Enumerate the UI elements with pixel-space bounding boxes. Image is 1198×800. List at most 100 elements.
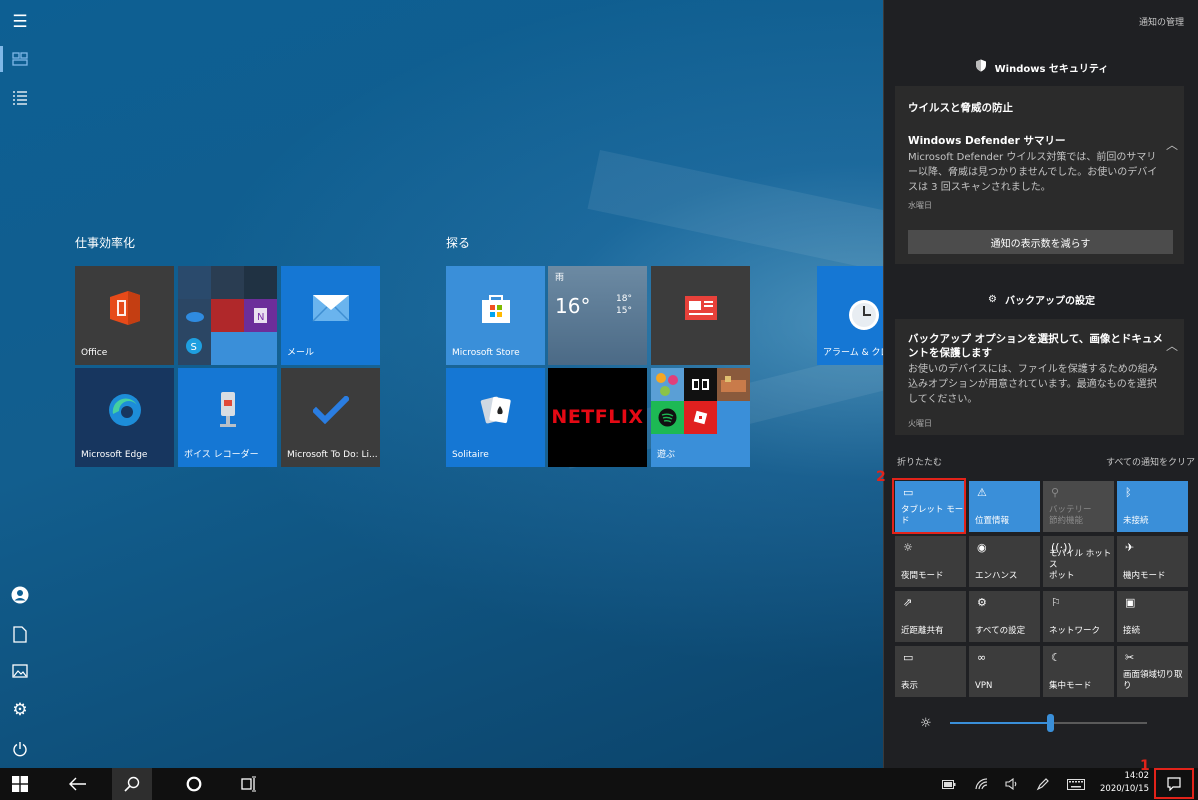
card-body-text: Microsoft Defender ウイルス対策では、前回のサマリー以降、脅威…: [908, 152, 1158, 193]
manage-notifications-link[interactable]: 通知の管理: [1139, 15, 1184, 28]
tile-label: ボイス レコーダー: [184, 450, 259, 460]
netflix-logo: NETFLIX: [551, 406, 644, 428]
snip-icon: ✂: [1125, 651, 1135, 664]
clock-date: 2020/10/15: [1100, 784, 1149, 794]
weather-high: 18°: [616, 294, 632, 304]
tile-play-folder[interactable]: 遊ぶ: [651, 368, 750, 467]
reduce-notifications-button[interactable]: 通知の表示数を減らす: [908, 230, 1173, 254]
tile-solitaire[interactable]: Solitaire: [446, 368, 545, 467]
tile-edge[interactable]: Microsoft Edge: [75, 368, 174, 467]
group-title-explore[interactable]: 探る: [446, 234, 470, 251]
skype-icon: S: [178, 332, 211, 365]
quick-action-snip[interactable]: ✂ 画面領域切り取 り: [1117, 646, 1188, 697]
bluetooth-icon: ᛒ: [1125, 486, 1132, 499]
connect-icon: ▣: [1125, 596, 1136, 609]
pen-icon[interactable]: [1031, 768, 1055, 800]
tile-folder-apps[interactable]: N S: [178, 266, 277, 365]
quick-action-gear[interactable]: ⚙ すべての設定: [969, 591, 1040, 642]
battery-icon[interactable]: [937, 768, 961, 800]
back-arrow-icon[interactable]: [58, 768, 98, 800]
touch-keyboard-icon[interactable]: [1063, 768, 1089, 800]
tile-label: Solitaire: [452, 450, 489, 460]
task-view-icon[interactable]: [229, 768, 269, 800]
gear-icon: ⚙: [988, 294, 997, 305]
settings-gear-icon[interactable]: ⚙: [0, 692, 40, 728]
onenote-icon: N: [244, 299, 277, 332]
chevron-up-icon[interactable]: ︿: [1166, 136, 1178, 153]
card-timestamp: 水曜日: [908, 201, 932, 210]
notification-card-backup[interactable]: バックアップ オプションを選択して、画像とドキュメントを保護します ︿ お使いの…: [895, 319, 1184, 435]
tile-weather[interactable]: 雨 16° 18° 15°: [548, 266, 647, 365]
quick-action-airplane[interactable]: ✈ 機内モード: [1117, 536, 1188, 587]
step-marker-2: 2: [876, 469, 886, 485]
quick-action-connect[interactable]: ▣ 接続: [1117, 591, 1188, 642]
quick-action-night-light[interactable]: ☼ 夜間モード: [895, 536, 966, 587]
quick-action-label: 近距離共有: [901, 626, 944, 636]
power-icon[interactable]: [0, 731, 40, 767]
quick-action-label: エンハンス: [975, 571, 1018, 581]
tile-office[interactable]: Office: [75, 266, 174, 365]
card-item-title: バックアップ オプションを選択して、画像とドキュメントを保護します: [908, 333, 1163, 359]
cards-icon: [479, 392, 513, 432]
hamburger-menu-icon[interactable]: ☰: [0, 4, 40, 40]
cortana-circle-icon[interactable]: [174, 768, 214, 800]
brightness-icon: ☼: [920, 716, 932, 731]
tile-netflix[interactable]: NETFLIX: [548, 368, 647, 467]
quick-action-moon[interactable]: ☾ 集中モード: [1043, 646, 1114, 697]
quick-action-vpn[interactable]: ∞ VPN: [969, 646, 1040, 697]
quick-action-label: 位置情報: [975, 516, 1010, 526]
all-apps-list-icon[interactable]: [0, 79, 40, 115]
tile-label: Microsoft Edge: [81, 450, 148, 460]
pinned-tiles-icon[interactable]: [0, 41, 40, 77]
quick-action-hotspot[interactable]: ((·)) モバイル ホットス ポット: [1043, 536, 1114, 587]
tile-store[interactable]: Microsoft Store: [446, 266, 545, 365]
night-light-icon: ☼: [903, 541, 913, 554]
quick-action-label: 接続: [1123, 626, 1141, 636]
highlight-box-tablet-mode: [892, 478, 966, 534]
chevron-up-icon[interactable]: ︿: [1166, 337, 1178, 354]
tile-label: 遊ぶ: [657, 450, 676, 460]
backup-section-header: ⚙ バックアップの設定: [884, 292, 1198, 307]
quick-action-network[interactable]: ⚐ ネットワーク: [1043, 591, 1114, 642]
quick-action-palette[interactable]: ◉ エンハンス: [969, 536, 1040, 587]
quick-action-location[interactable]: ⚠ 位置情報: [969, 481, 1040, 532]
quick-action-label: 未接続: [1123, 516, 1149, 526]
volume-icon[interactable]: [1000, 768, 1024, 800]
tile-voice-recorder[interactable]: ボイス レコーダー: [178, 368, 277, 467]
location-icon: ⚠: [977, 486, 987, 499]
wifi-icon[interactable]: [970, 768, 994, 800]
card-group-title: ウイルスと脅威の防止: [908, 102, 1013, 114]
gear-icon: ⚙: [977, 596, 987, 609]
user-account-icon[interactable]: [0, 577, 40, 613]
action-center-panel: 通知の管理 Windows セキュリティ ウイルスと脅威の防止 Windows …: [883, 0, 1198, 768]
quick-action-label: ネットワーク: [1049, 626, 1101, 636]
mail-icon: [311, 294, 350, 326]
onedrive-icon: [178, 299, 211, 332]
collapse-link[interactable]: 折りたたむ: [897, 455, 942, 468]
documents-icon[interactable]: [0, 616, 40, 652]
quick-action-bluetooth[interactable]: ᛒ 未接続: [1117, 481, 1188, 532]
search-icon[interactable]: [112, 768, 152, 800]
notification-card-defender[interactable]: ウイルスと脅威の防止 Windows Defender サマリー ︿ Micro…: [895, 86, 1184, 264]
clock-icon: [847, 298, 881, 336]
security-header-text: Windows セキュリティ: [994, 63, 1109, 75]
quick-action-label: 表示: [901, 681, 919, 691]
tile-alarm-clock[interactable]: アラーム & クロック: [817, 266, 883, 365]
quick-action-battery-saver[interactable]: ⚲ バッテリー 節約機能: [1043, 481, 1114, 532]
brightness-thumb[interactable]: [1047, 714, 1055, 732]
svg-text:N: N: [257, 312, 264, 323]
quick-action-share[interactable]: ⇗ 近距離共有: [895, 591, 966, 642]
clear-all-notifications-link[interactable]: すべての通知をクリア: [1106, 455, 1195, 468]
card-body-text: お使いのデバイスには、ファイルを保護するための組み込みオプションが用意されていま…: [908, 364, 1158, 405]
tile-mail[interactable]: メール: [281, 266, 380, 365]
tile-news[interactable]: [651, 266, 750, 365]
quick-action-label: VPN: [975, 681, 993, 691]
brightness-slider[interactable]: [950, 714, 1147, 732]
tile-todo[interactable]: Microsoft To Do: Li...: [281, 368, 380, 467]
quick-action-label: 画面領域切り取 り: [1123, 670, 1183, 691]
pictures-icon[interactable]: [0, 653, 40, 689]
windows-start-icon[interactable]: [0, 768, 40, 800]
quick-action-project[interactable]: ▭ 表示: [895, 646, 966, 697]
group-title-productivity[interactable]: 仕事効率化: [75, 234, 135, 251]
quick-action-label: 集中モード: [1049, 681, 1092, 691]
